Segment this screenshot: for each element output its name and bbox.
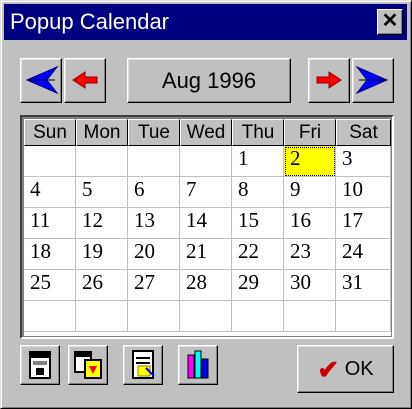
calendar-today-icon xyxy=(29,351,51,379)
weekday-header-fri: Fri xyxy=(284,119,336,146)
day-cell-28[interactable]: 28 xyxy=(180,270,232,301)
checkmark-icon: ✔ xyxy=(317,354,340,385)
today-button[interactable] xyxy=(20,345,60,385)
weekday-header-thu: Thu xyxy=(232,119,284,146)
bar-chart-icon xyxy=(187,350,209,379)
copy-button[interactable] xyxy=(68,345,108,385)
prev-month-button[interactable] xyxy=(64,58,106,103)
empty-day-cell xyxy=(180,146,232,177)
day-cell-29[interactable]: 29 xyxy=(232,270,284,301)
day-cell-27[interactable]: 27 xyxy=(128,270,180,301)
weekday-header-sat: Sat xyxy=(336,119,391,146)
day-cell-30[interactable]: 30 xyxy=(284,270,336,301)
day-cell-1[interactable]: 1 xyxy=(232,146,284,177)
day-cell-4[interactable]: 4 xyxy=(24,177,76,208)
day-cell-5[interactable]: 5 xyxy=(76,177,128,208)
day-cell-2[interactable]: 2 xyxy=(284,146,336,177)
weekday-header-mon: Mon xyxy=(76,119,128,146)
ok-button[interactable]: ✔ OK xyxy=(297,345,394,393)
day-cell-21[interactable]: 21 xyxy=(180,239,232,270)
day-cell-17[interactable]: 17 xyxy=(336,208,391,239)
empty-day-cell xyxy=(76,301,128,332)
day-cell-7[interactable]: 7 xyxy=(180,177,232,208)
day-cell-26[interactable]: 26 xyxy=(76,270,128,301)
day-cell-24[interactable]: 24 xyxy=(336,239,391,270)
empty-day-cell xyxy=(128,146,180,177)
empty-day-cell xyxy=(284,301,336,332)
popup-calendar-window: Popup Calendar ✕ Aug 1996 Sun Mon Tue Wed Th… xyxy=(0,0,412,409)
day-cell-3[interactable]: 3 xyxy=(336,146,391,177)
day-cell-22[interactable]: 22 xyxy=(232,239,284,270)
day-cell-23[interactable]: 23 xyxy=(284,239,336,270)
notepad-icon xyxy=(132,350,155,379)
double-right-arrow-icon xyxy=(355,65,389,95)
day-cell-16[interactable]: 16 xyxy=(284,208,336,239)
prev-year-button[interactable] xyxy=(20,58,62,103)
empty-day-cell xyxy=(336,301,391,332)
copy-date-icon xyxy=(74,351,102,379)
day-cell-9[interactable]: 9 xyxy=(284,177,336,208)
empty-day-cell xyxy=(180,301,232,332)
next-month-button[interactable] xyxy=(308,58,350,103)
calendar-grid-frame: Sun Mon Tue Wed Thu Fri Sat 1 2 3 4 5 6 7 8 9 10 11 12 13 14… xyxy=(20,115,394,339)
weekday-header-wed: Wed xyxy=(180,119,232,146)
empty-day-cell xyxy=(24,146,76,177)
day-cell-19[interactable]: 19 xyxy=(76,239,128,270)
empty-day-cell xyxy=(232,301,284,332)
day-cell-31[interactable]: 31 xyxy=(336,270,391,301)
day-cell-18[interactable]: 18 xyxy=(24,239,76,270)
weekday-header-tue: Tue xyxy=(128,119,180,146)
calendar-grid: Sun Mon Tue Wed Thu Fri Sat 1 2 3 4 5 6 7 8 9 10 11 12 13 14… xyxy=(24,119,391,336)
empty-day-cell xyxy=(24,301,76,332)
next-year-button[interactable] xyxy=(352,58,394,103)
weekday-header-sun: Sun xyxy=(24,119,76,146)
double-left-arrow-icon xyxy=(25,65,59,95)
day-cell-8[interactable]: 8 xyxy=(232,177,284,208)
right-arrow-icon xyxy=(316,71,342,89)
day-cell-11[interactable]: 11 xyxy=(24,208,76,239)
note-button[interactable] xyxy=(123,345,163,385)
day-cell-15[interactable]: 15 xyxy=(232,208,284,239)
day-cell-13[interactable]: 13 xyxy=(128,208,180,239)
empty-day-cell xyxy=(76,146,128,177)
day-cell-12[interactable]: 12 xyxy=(76,208,128,239)
empty-day-cell xyxy=(128,301,180,332)
day-cell-20[interactable]: 20 xyxy=(128,239,180,270)
close-button[interactable]: ✕ xyxy=(377,9,403,35)
day-cell-6[interactable]: 6 xyxy=(128,177,180,208)
chart-button[interactable] xyxy=(178,345,218,385)
day-cell-14[interactable]: 14 xyxy=(180,208,232,239)
left-arrow-icon xyxy=(72,71,98,89)
month-label-button[interactable]: Aug 1996 xyxy=(127,58,291,103)
day-cell-10[interactable]: 10 xyxy=(336,177,391,208)
ok-label: OK xyxy=(344,358,374,380)
day-cell-25[interactable]: 25 xyxy=(24,270,76,301)
window-title: Popup Calendar xyxy=(10,9,170,34)
title-bar[interactable]: Popup Calendar ✕ xyxy=(4,4,407,40)
